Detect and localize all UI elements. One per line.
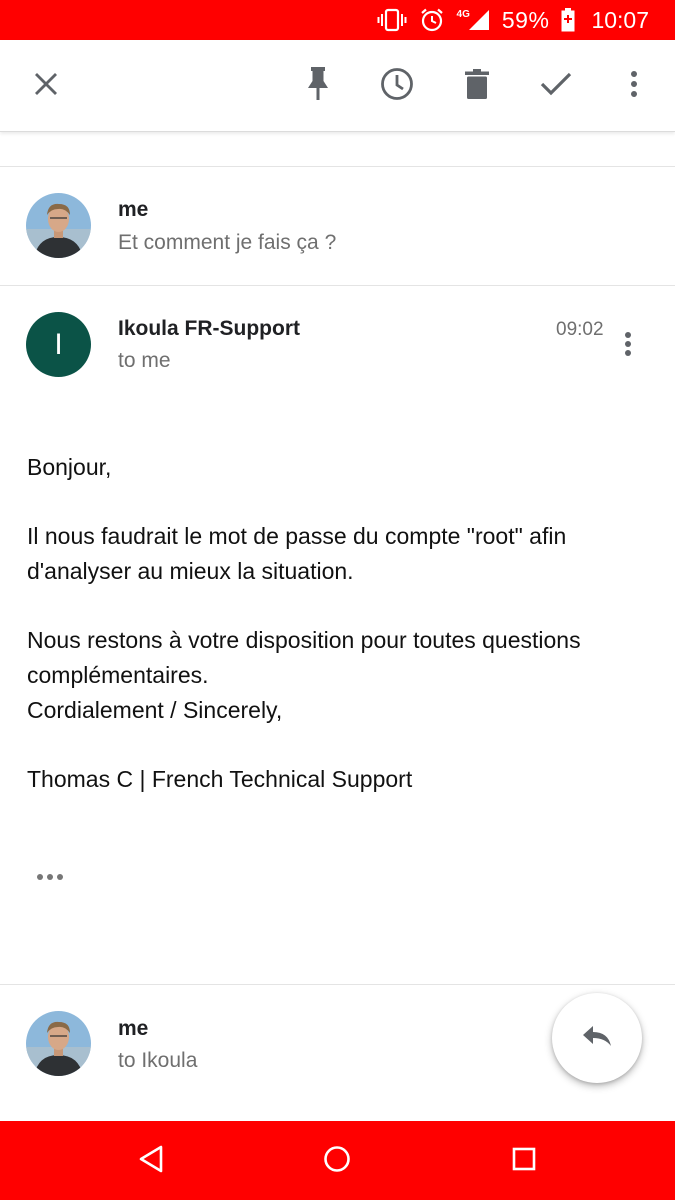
network-label: 4G [456,8,470,20]
done-icon [540,72,572,101]
pin-icon [306,66,330,106]
sender-name: me [118,1017,149,1040]
sender-avatar[interactable]: I [26,312,91,377]
recipient-details[interactable]: to me [118,349,171,373]
show-trimmed-content-button[interactable] [37,870,65,884]
signal-4g-icon: 4G [457,9,490,31]
home-icon [323,1145,351,1178]
pin-button[interactable] [294,62,342,110]
snooze-button[interactable] [373,62,421,110]
snooze-icon [380,67,414,106]
reply-icon [581,1024,613,1053]
avatar [26,193,91,258]
recents-icon [511,1146,537,1177]
delete-icon [465,68,489,104]
divider [0,285,675,286]
close-button[interactable] [22,62,70,110]
divider [0,166,675,167]
navigation-bar [0,1121,675,1200]
delete-button[interactable] [453,62,501,110]
recipient-details: to Ikoula [118,1049,198,1072]
message-snippet: Et comment je fais ça ? [118,231,337,254]
sender-name[interactable]: Ikoula FR-Support [118,317,300,341]
more-options-button[interactable] [610,62,658,110]
back-icon [138,1145,164,1178]
reply-fab[interactable] [552,993,642,1083]
more-vert-icon [630,70,638,103]
back-button[interactable] [131,1141,171,1181]
status-bar: 4G 59% 10:07 [0,0,675,40]
message-body: Bonjour, Il nous faudrait le mot de pass… [27,450,657,797]
divider [0,984,675,985]
dot [57,874,63,880]
home-button[interactable] [317,1141,357,1181]
dot [47,874,53,880]
battery-percent: 59% [501,6,550,33]
body-paragraph: Nous restons à votre disposition pour to… [27,627,581,688]
done-button[interactable] [532,62,580,110]
message-more-button[interactable] [612,330,644,362]
closing: Cordialement / Sincerely, [27,697,283,723]
alarm-icon [419,7,445,33]
signature: Thomas C | French Technical Support [27,766,413,792]
recents-button[interactable] [504,1141,544,1181]
sender-name: me [118,198,149,221]
clock: 10:07 [591,6,649,33]
vibrate-icon [377,8,407,32]
dot [37,874,43,880]
close-icon [33,71,59,102]
battery-icon [561,8,575,32]
email-toolbar [0,40,675,132]
message-time: 09:02 [556,319,604,340]
more-vert-icon [624,331,632,362]
avatar [26,1011,91,1076]
greeting: Bonjour, [27,454,112,480]
body-paragraph: Il nous faudrait le mot de passe du comp… [27,523,567,584]
